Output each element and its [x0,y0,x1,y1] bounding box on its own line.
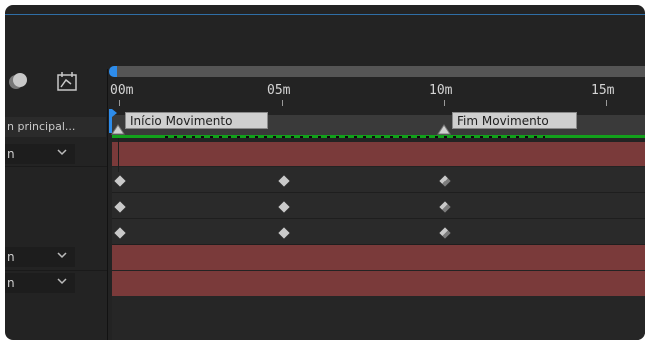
time-navigator-bar[interactable] [112,66,645,77]
layer-duration-bar[interactable] [112,245,645,270]
layer-duration-bar[interactable] [112,142,645,166]
property-row [5,193,106,217]
marker-label[interactable]: Início Movimento [125,112,268,129]
marker-label[interactable]: Fim Movimento [452,112,577,129]
panel-top-border [5,14,645,15]
chevron-down-icon [57,278,67,285]
marker-icon[interactable] [437,123,451,135]
row-divider [5,270,107,271]
ruler-label: 05m [267,83,291,98]
row-divider [5,166,107,167]
ruler-tick [444,100,445,106]
current-time-line [118,138,119,172]
cache-indicator [165,136,545,138]
keyframe-row [112,219,645,245]
time-navigator-start-handle[interactable] [109,66,117,77]
current-time-indicator-icon[interactable] [109,109,117,133]
layer-row[interactable]: n [5,142,106,166]
column-divider [107,69,108,340]
keyframe-row [112,167,645,193]
ruler-label: 15m [591,83,615,98]
ruler-tick [119,100,120,106]
mode-dropdown[interactable]: n [5,144,75,164]
ruler-tick [606,100,607,106]
layer-row[interactable]: n [5,271,106,295]
keyframe-row [112,193,645,219]
chevron-down-icon [57,149,67,156]
mode-dropdown[interactable]: n [5,273,75,293]
empty-lane [112,296,645,340]
composition-name-label: n principal... [5,117,106,137]
mode-dropdown[interactable]: n [5,247,75,267]
ruler-label: 00m [110,83,134,98]
ruler-label: 10m [429,83,453,98]
timeline-panel: n principal... n n n 00m 05m 10m 15m Iní… [5,5,645,340]
property-row [5,219,106,243]
mode-dropdown-value: n [7,147,15,161]
chevron-down-icon [57,252,67,259]
motion-blur-icon[interactable] [7,72,29,92]
graph-editor-icon[interactable] [56,71,80,93]
layer-duration-bar[interactable] [112,271,645,296]
ruler-tick [282,100,283,106]
mode-dropdown-value: n [7,276,15,290]
layer-row[interactable]: n [5,245,106,269]
property-row [5,167,106,191]
mode-dropdown-value: n [7,250,15,264]
